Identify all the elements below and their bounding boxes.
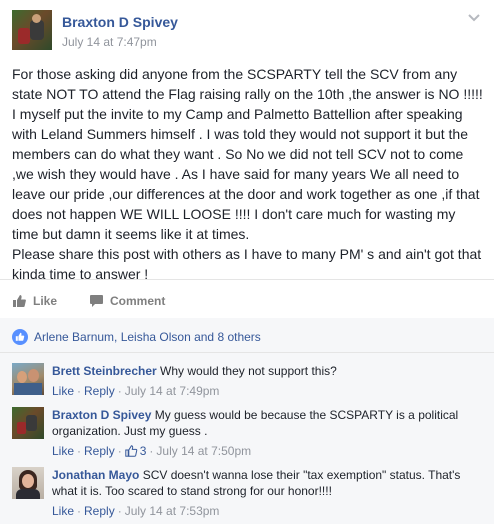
comment-like-link[interactable]: Like — [52, 383, 74, 399]
comment-time[interactable]: July 14 at 7:53pm — [125, 503, 220, 519]
thumbs-up-icon — [13, 295, 26, 307]
chevron-down-icon[interactable] — [466, 12, 482, 24]
comment-meta: Like · Reply · July 14 at 7:53pm — [52, 503, 482, 519]
facebook-post: Braxton D Spivey July 14 at 7:47pm For t… — [0, 0, 494, 524]
comment-reply-link[interactable]: Reply — [84, 503, 115, 519]
comment-body: Jonathan Mayo SCV doesn't wanna lose the… — [52, 467, 482, 519]
commenter-avatar[interactable] — [12, 407, 44, 439]
comment-label: Comment — [110, 294, 166, 308]
comment-reply-link[interactable]: Reply — [84, 443, 115, 459]
separator: · — [117, 504, 122, 518]
separator: · — [117, 384, 122, 398]
comment-like-link[interactable]: Like — [52, 443, 74, 459]
comment-reply-link[interactable]: Reply — [84, 383, 115, 399]
commenter-avatar[interactable] — [12, 363, 44, 395]
likes-summary[interactable]: Arlene Barnum, Leisha Olson and 8 others — [12, 328, 261, 346]
comment-like-link[interactable]: Like — [52, 503, 74, 519]
post-header: Braxton D Spivey July 14 at 7:47pm — [12, 10, 482, 54]
like-button[interactable]: Like — [12, 291, 57, 311]
divider — [0, 352, 494, 353]
reaction-count[interactable]: 3 — [125, 443, 147, 459]
divider — [0, 279, 494, 280]
like-label: Like — [33, 294, 58, 308]
likes-summary-text: Arlene Barnum, Leisha Olson and 8 others — [34, 330, 261, 344]
thumbs-up-badge-icon — [12, 329, 28, 345]
separator: · — [117, 444, 122, 458]
post-paragraph: For those asking did anyone from the SCS… — [12, 66, 483, 242]
post-body: For those asking did anyone from the SCS… — [12, 64, 484, 284]
separator: · — [149, 444, 154, 458]
separator: · — [77, 444, 82, 458]
post-actions: Like Comment — [12, 291, 482, 311]
thumbs-up-outline-icon — [125, 445, 137, 457]
separator: · — [77, 384, 82, 398]
comment-body: Brett Steinbrecher Why would they not su… — [52, 363, 482, 399]
commenter-avatar[interactable] — [12, 467, 44, 499]
comment-time[interactable]: July 14 at 7:50pm — [156, 443, 251, 459]
commenter-name[interactable]: Jonathan Mayo — [52, 468, 139, 482]
author-name[interactable]: Braxton D Spivey — [62, 14, 178, 30]
author-avatar[interactable] — [12, 10, 52, 50]
post-paragraph: Please share this post with others as I … — [12, 246, 482, 282]
post-timestamp[interactable]: July 14 at 7:47pm — [62, 35, 157, 49]
commenter-name[interactable]: Brett Steinbrecher — [52, 364, 157, 378]
comment-meta: Like · Reply · 3 · July 14 at 7:50pm — [52, 443, 482, 459]
comment-body: Braxton D Spivey My guess would be becau… — [52, 407, 482, 459]
comment-meta: Like · Reply · July 14 at 7:49pm — [52, 383, 482, 399]
reaction-count-value: 3 — [139, 444, 147, 458]
speech-bubble-icon — [90, 295, 103, 307]
comment-time[interactable]: July 14 at 7:49pm — [125, 383, 220, 399]
separator: · — [77, 504, 82, 518]
comment-text: Why would they not support this? — [160, 364, 337, 378]
commenter-name[interactable]: Braxton D Spivey — [52, 408, 151, 422]
comments-section: Arlene Barnum, Leisha Olson and 8 others… — [0, 318, 494, 524]
comment-button[interactable]: Comment — [89, 291, 165, 311]
